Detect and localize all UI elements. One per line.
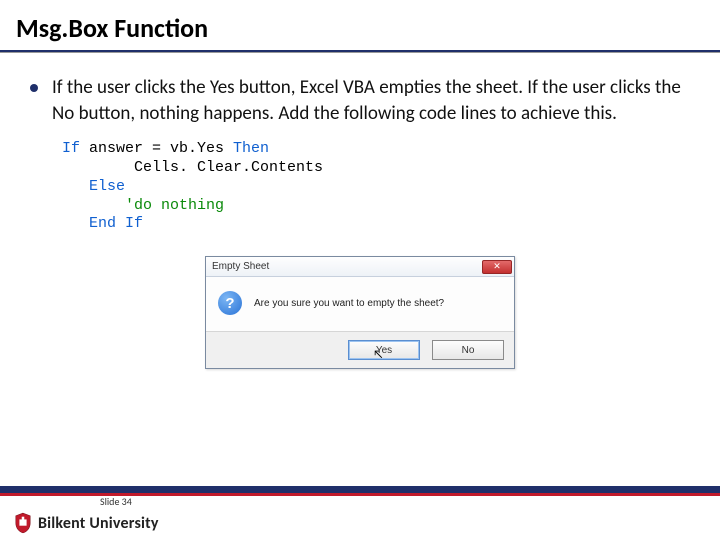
question-icon: ? xyxy=(218,291,242,315)
slide-title: Msg.Box Function xyxy=(0,0,720,50)
close-button[interactable]: ✕ xyxy=(482,260,512,274)
close-icon: ✕ xyxy=(493,262,501,271)
code-block: If answer = vb.Yes Then Cells. Clear.Con… xyxy=(62,140,690,234)
dialog-message: Are you sure you want to empty the sheet… xyxy=(254,298,444,309)
yes-button[interactable]: Yes xyxy=(348,340,420,360)
university-logo: Bilkent University xyxy=(14,512,159,534)
msgbox-dialog: Empty Sheet ✕ ? Are you sure you want to… xyxy=(205,256,515,369)
bullet-dot-icon xyxy=(30,84,38,92)
dialog-title: Empty Sheet xyxy=(212,261,269,272)
bullet-item: If the user clicks the Yes button, Excel… xyxy=(30,75,690,126)
slide-number: Slide 34 xyxy=(100,495,132,508)
dialog-titlebar: Empty Sheet ✕ xyxy=(206,257,514,277)
dialog-footer: Yes No xyxy=(206,331,514,368)
no-button[interactable]: No xyxy=(432,340,504,360)
bullet-text: If the user clicks the Yes button, Excel… xyxy=(52,75,690,126)
crest-icon xyxy=(14,512,32,534)
university-name: Bilkent University xyxy=(38,514,159,533)
cursor-icon: ↖ xyxy=(373,348,384,362)
